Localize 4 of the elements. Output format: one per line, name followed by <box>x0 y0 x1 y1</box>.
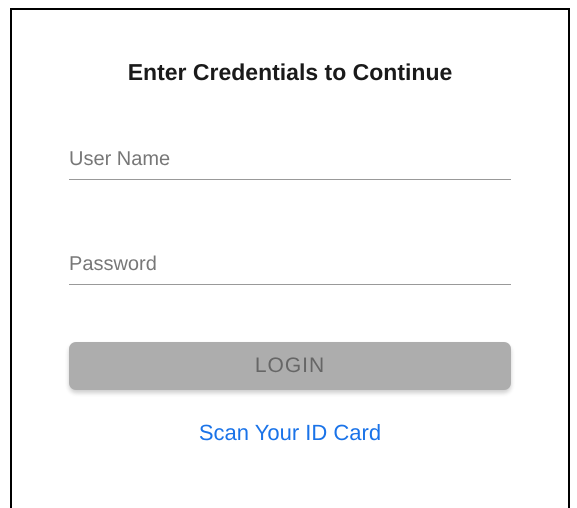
password-field[interactable]: Password <box>69 253 511 285</box>
username-field[interactable]: User Name <box>69 148 511 180</box>
scan-id-link[interactable]: Scan Your ID Card <box>198 420 382 446</box>
form-title: Enter Credentials to Continue <box>128 59 452 86</box>
